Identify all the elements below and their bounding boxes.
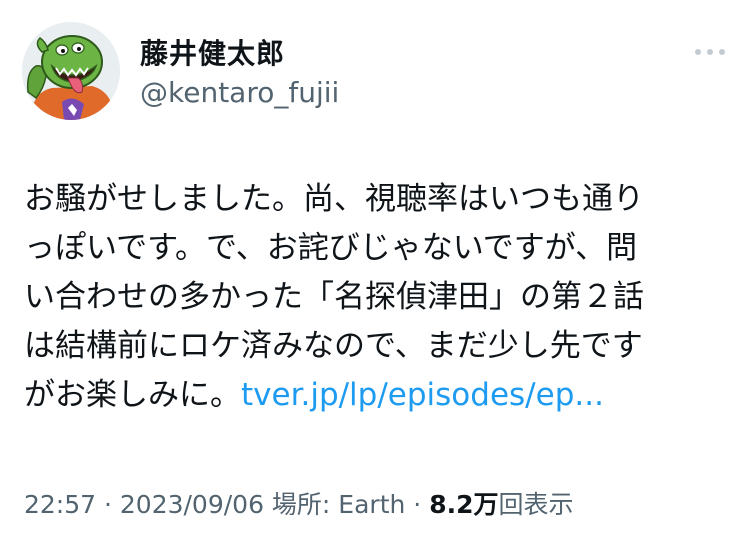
cartoon-monster-avatar-icon xyxy=(22,22,120,120)
avatar[interactable] xyxy=(22,22,120,120)
tweet-text-line: い合わせの多かった「名探偵津田」の第２話 xyxy=(24,279,644,315)
tweet-text-line: お騒がせしました。尚、視聴率はいつも通り xyxy=(24,181,644,217)
tweet-time[interactable]: 22:57 xyxy=(24,490,96,519)
tweet-text-line: がお楽しみに。tver.jp/lp/episodes/ep... xyxy=(24,371,730,420)
tweet-text: お騒がせしました。尚、視聴率はいつも通り っぽいです。で、お詫びじゃないですが、… xyxy=(24,175,730,420)
tweet-date[interactable]: 2023/09/06 xyxy=(120,490,264,519)
meta-separator: · xyxy=(405,490,430,519)
tweet-text-last-segment: がお楽しみに。 xyxy=(24,377,241,413)
more-options-button[interactable] xyxy=(690,40,730,64)
views-label: 回表示 xyxy=(498,490,574,519)
author-display-name[interactable]: 藤井健太郎 xyxy=(140,32,285,72)
views-count: 8.2万 xyxy=(429,490,499,519)
tweet-text-line: っぽいです。で、お詫びじゃないですが、問 xyxy=(24,230,638,266)
more-horizontal-icon xyxy=(695,49,725,55)
tweet-meta: 22:57 · 2023/09/06 場所: Earth · 8.2万回表示 xyxy=(24,485,574,521)
tweet-text-line: は結構前にロケ済みなので、まだ少し先です xyxy=(24,328,643,364)
tweet-card: 藤井健太郎 @kentaro_fujii お騒がせしました。尚、視聴率はいつも通… xyxy=(0,0,750,540)
tweet-link[interactable]: tver.jp/lp/episodes/ep... xyxy=(241,377,604,413)
meta-separator: · xyxy=(96,490,120,519)
tweet-location: 場所: Earth xyxy=(263,490,406,519)
author-handle[interactable]: @kentaro_fujii xyxy=(140,76,339,109)
